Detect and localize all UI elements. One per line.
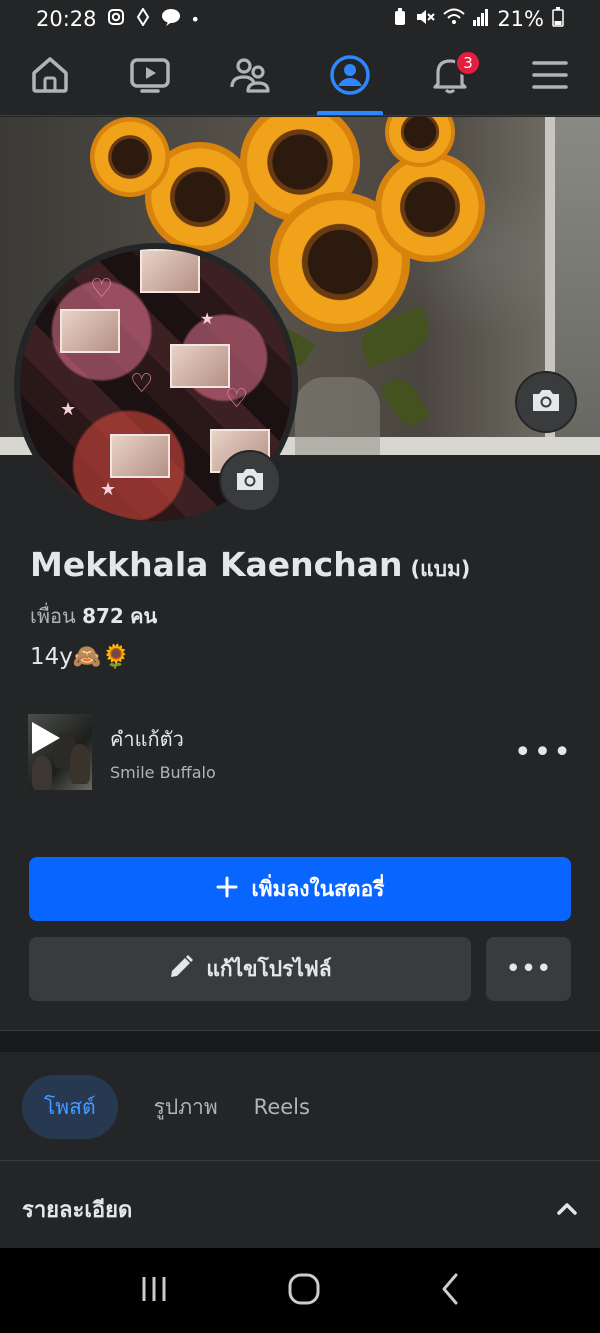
home-button-icon[interactable]	[287, 1272, 321, 1310]
profile-nickname: (แบม)	[410, 557, 471, 581]
battery-icon	[552, 6, 564, 32]
tabs-divider	[0, 1160, 600, 1161]
star-glyph: ★	[200, 309, 215, 328]
play-icon[interactable]	[32, 722, 60, 754]
video-icon	[128, 53, 172, 101]
profile-icon	[328, 53, 372, 101]
music-thumbnail	[28, 714, 92, 790]
friends-number: 872	[82, 604, 124, 628]
plus-icon	[216, 876, 238, 903]
edit-profile-button[interactable]: แก้ไขโปรไฟล์	[29, 937, 471, 1001]
avatar-tile	[140, 249, 200, 293]
profile-bio: 14y🙈🌻	[30, 644, 131, 670]
dot-icon: •	[190, 9, 200, 29]
more-icon[interactable]: •••	[514, 735, 573, 770]
nav-profile[interactable]	[300, 38, 400, 115]
avatar-tile	[60, 309, 120, 353]
avatar-tile	[110, 434, 170, 478]
more-icon: •••	[505, 954, 552, 984]
battery-saver-icon	[393, 7, 407, 31]
cover-camera-button[interactable]	[515, 371, 577, 433]
cover-leaf	[379, 372, 431, 432]
edit-profile-label: แก้ไขโปรไฟล์	[206, 956, 332, 981]
star-glyph: ★	[60, 399, 77, 420]
music-text: คำแก้ตัว Smile Buffalo	[110, 723, 216, 782]
friends-prefix: เพื่อน	[30, 604, 76, 628]
heart-glyph: ♡	[225, 384, 249, 414]
details-section-header[interactable]: รายละเอียด	[22, 1180, 578, 1238]
cover-sunflower	[90, 117, 170, 197]
music-thumb-person	[70, 744, 90, 784]
song-artist: Smile Buffalo	[110, 762, 216, 782]
battery-level: 21%	[497, 7, 544, 31]
profile-name-row: Mekkhala Kaenchan (แบม)	[30, 545, 470, 586]
messenger-icon	[135, 7, 151, 30]
friends-count[interactable]: เพื่อน 872 คน	[30, 600, 157, 632]
tab-reels[interactable]: Reels	[254, 1075, 310, 1139]
menu-icon	[528, 53, 572, 101]
cover-sunflower	[375, 152, 485, 262]
pencil-icon	[168, 954, 194, 985]
profile-name: Mekkhala Kaenchan	[30, 545, 403, 584]
notification-badge: 3	[455, 50, 481, 76]
camera-icon	[234, 465, 266, 497]
nav-video[interactable]	[100, 38, 200, 115]
profile-more-button[interactable]: •••	[486, 937, 571, 1001]
star-glyph: ★	[100, 479, 117, 500]
nav-friends[interactable]	[200, 38, 300, 115]
add-to-story-button[interactable]: เพิ่มลงในสตอรี่	[29, 857, 571, 921]
back-icon[interactable]	[439, 1272, 461, 1310]
details-title: รายละเอียด	[22, 1197, 133, 1223]
status-bar: 20:28 • 21%	[0, 0, 600, 38]
clock: 20:28	[36, 7, 97, 31]
heart-glyph: ♡	[130, 369, 154, 399]
heart-glyph: ♡	[90, 274, 114, 304]
nav-home[interactable]	[0, 38, 100, 115]
friends-icon	[228, 53, 272, 101]
profile-music[interactable]: คำแก้ตัว Smile Buffalo •••	[28, 714, 573, 790]
top-navigation: 3	[0, 38, 600, 116]
friends-suffix: คน	[130, 604, 158, 628]
camera-icon	[530, 386, 562, 418]
avatar-camera-button[interactable]	[219, 450, 281, 512]
song-title: คำแก้ตัว	[110, 726, 184, 751]
instagram-icon	[107, 8, 125, 30]
recent-apps-icon[interactable]	[139, 1274, 169, 1308]
system-navigation-bar	[0, 1248, 600, 1333]
home-icon	[28, 53, 72, 101]
mute-icon	[415, 7, 436, 31]
signal-icon	[473, 7, 489, 31]
wifi-icon	[443, 7, 465, 31]
nav-notifications[interactable]: 3	[400, 38, 500, 115]
add-to-story-label: เพิ่มลงในสตอรี่	[251, 876, 385, 901]
music-thumb-person	[32, 756, 52, 790]
profile-tabs: โพสต์ รูปภาพ Reels	[22, 1075, 310, 1139]
cover-vase	[295, 377, 380, 455]
tab-photos[interactable]: รูปภาพ	[154, 1075, 218, 1139]
tab-posts[interactable]: โพสต์	[22, 1075, 118, 1139]
avatar-tile	[170, 344, 230, 388]
chevron-up-icon[interactable]	[556, 1198, 578, 1220]
nav-menu[interactable]	[500, 38, 600, 115]
line-icon	[161, 8, 181, 30]
section-divider	[0, 1030, 600, 1052]
